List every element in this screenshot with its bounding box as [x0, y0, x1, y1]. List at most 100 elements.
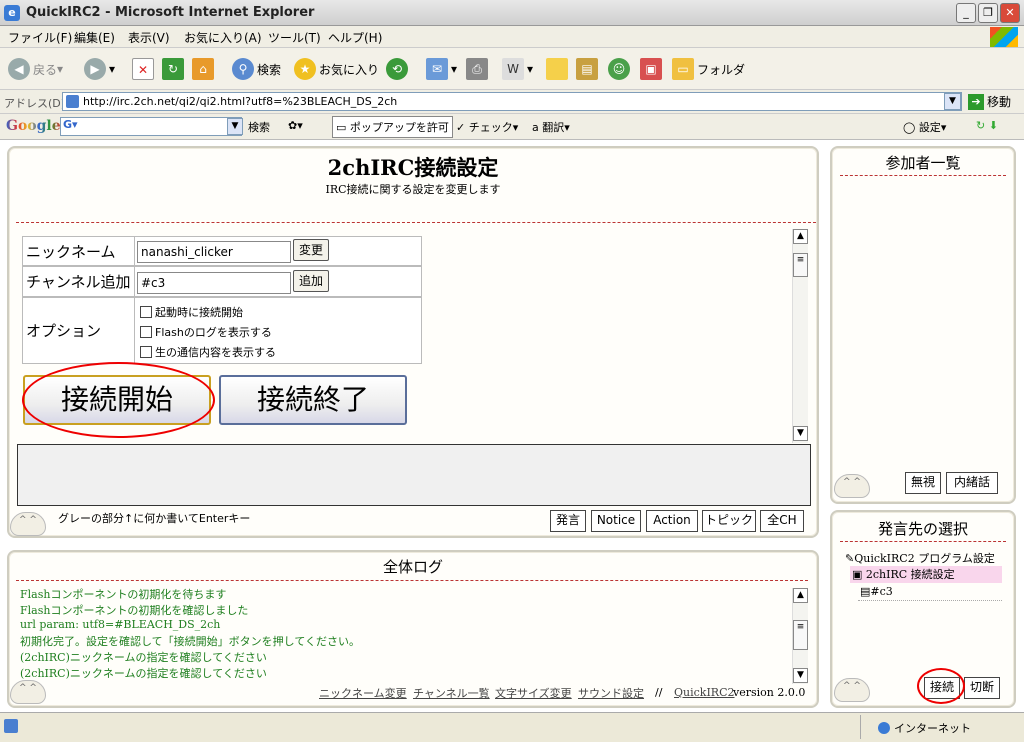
stop-button[interactable]: ✕ — [132, 57, 157, 81]
option-autoconnect[interactable]: 起動時に接続開始 — [140, 304, 243, 320]
target-item-connection-settings[interactable]: ▣ 2chIRC 接続設定 — [850, 566, 1002, 583]
translate-icon: a — [532, 121, 543, 134]
mail-button[interactable]: ✉ ▾ — [426, 57, 457, 81]
channel-row: チャンネル追加 #c3 追加 — [22, 266, 422, 297]
toolbar: ◀ 戻る ▾ ▶ ▾ ✕ ↻ ⌂ ⚲ 検索 ★ お気に入り ⟲ ✉ ▾ ⎙ W ▾ ▤ ☺ ▣… — [0, 48, 1024, 90]
menu-file[interactable]: ファイル(F) — [8, 29, 72, 46]
google-g-icon: G▾ — [63, 118, 78, 131]
input-hint: グレーの部分↑に何か書いてEnterキー — [58, 512, 251, 525]
discuss-button[interactable] — [546, 57, 571, 81]
back-button[interactable]: ◀ 戻る ▾ — [8, 57, 63, 81]
mail-icon: ✉ — [426, 58, 448, 80]
title-bar: e QuickIRC2 - Microsoft Internet Explore… — [0, 0, 1024, 26]
link-separator: // — [655, 686, 663, 699]
close-button[interactable]: ✕ — [1000, 3, 1020, 23]
google-extension-icon[interactable]: ✿▾ — [288, 119, 303, 132]
favorites-button[interactable]: ★ お気に入り — [294, 57, 379, 81]
notice-button[interactable]: Notice — [591, 510, 641, 532]
nickname-change-button[interactable]: 変更 — [293, 239, 329, 261]
target-item-channel[interactable]: ▤#c3 — [860, 585, 893, 598]
font-size-link[interactable]: 文字サイズ変更 — [495, 685, 572, 701]
raw-traffic-checkbox[interactable] — [140, 346, 152, 358]
log-title: 全体ログ — [382, 558, 443, 576]
forward-button[interactable]: ▶ ▾ — [84, 57, 115, 81]
history-button[interactable]: ⟲ — [386, 57, 411, 81]
scroll-thumb[interactable]: ≡ — [793, 253, 808, 277]
channel-add-button[interactable]: 追加 — [293, 270, 329, 292]
home-button[interactable]: ⌂ — [192, 57, 217, 81]
mascot-icon: ^ ^ — [834, 678, 870, 702]
page-icon — [66, 95, 79, 108]
participants-panel — [830, 146, 1016, 504]
connect-end-button[interactable]: 接続終了 — [219, 375, 407, 425]
menu-tools[interactable]: ツール(T) — [268, 29, 321, 46]
research-button[interactable]: ▤ — [576, 57, 601, 81]
home-icon: ⌂ — [192, 58, 214, 80]
disconnect-button[interactable]: 切断 — [964, 677, 1000, 699]
target-item-program-settings[interactable]: ✎QuickIRC2 プログラム設定 — [845, 550, 995, 566]
folder-button[interactable]: ▭ フォルダ — [672, 57, 745, 81]
settings-scrollbar[interactable]: ▲ ≡ ▼ — [792, 229, 808, 443]
scroll-down-icon[interactable]: ▼ — [793, 426, 808, 441]
ignore-button[interactable]: 無視 — [905, 472, 941, 494]
target-item-divider — [858, 600, 1002, 601]
address-input[interactable]: http://irc.2ch.net/qi2/qi2.html?utf8=%23… — [62, 92, 962, 111]
say-button[interactable]: 発言 — [550, 510, 586, 532]
nickname-row: ニックネーム nanashi_clicker 変更 — [22, 236, 422, 266]
scroll-up-icon[interactable]: ▲ — [793, 229, 808, 244]
log-line: Flashコンポーネントの初期化を待ちます — [20, 588, 227, 601]
nickname-input[interactable]: nanashi_clicker — [137, 241, 291, 263]
nickname-change-link[interactable]: ニックネーム変更 — [319, 685, 407, 701]
menu-help[interactable]: ヘルプ(H) — [328, 29, 382, 46]
flash-log-checkbox[interactable] — [140, 326, 152, 338]
whisper-button[interactable]: 内緒話 — [946, 472, 998, 494]
log-scrollbar[interactable]: ▲ ≡ ▼ — [792, 588, 808, 684]
google-search-input[interactable]: G▾ — [60, 117, 242, 136]
all-channel-button[interactable]: 全CH — [760, 510, 804, 532]
print-button[interactable]: ⎙ — [466, 57, 491, 81]
note-icon — [546, 58, 568, 80]
google-logo[interactable]: Google — [6, 118, 61, 134]
stop-icon: ✕ — [132, 58, 154, 80]
spellcheck-button[interactable]: ✓ チェック▾ — [456, 119, 518, 135]
action-button[interactable]: Action — [646, 510, 698, 532]
google-search-button[interactable]: 検索 — [248, 119, 270, 135]
go-button[interactable]: ➔ 移動 — [968, 93, 1011, 110]
topic-button[interactable]: トピック — [702, 510, 756, 532]
search-button[interactable]: ⚲ 検索 — [232, 57, 281, 81]
edit-button[interactable]: W ▾ — [502, 57, 533, 81]
google-refresh-icon[interactable]: ↻ ⬇ — [976, 119, 998, 132]
log-scroll-down-icon[interactable]: ▼ — [793, 668, 808, 683]
log-scroll-up-icon[interactable]: ▲ — [793, 588, 808, 603]
channel-input[interactable]: #c3 — [137, 272, 291, 294]
sound-settings-link[interactable]: サウンド設定 — [578, 685, 644, 701]
google-settings-button[interactable]: ◯ 設定▾ — [903, 119, 946, 135]
option-flash-log[interactable]: Flashのログを表示する — [140, 324, 272, 340]
translate-button[interactable]: a 翻訳▾ — [532, 119, 570, 135]
window-title: QuickIRC2 - Microsoft Internet Explorer — [26, 5, 315, 20]
quickirc2-link[interactable]: QuickIRC2 — [674, 686, 735, 699]
messenger-icon: ☺ — [608, 58, 630, 80]
option-raw-traffic[interactable]: 生の通信内容を表示する — [140, 344, 276, 360]
address-dropdown[interactable]: ▼ — [944, 93, 961, 110]
maximize-button[interactable]: ❐ — [978, 3, 998, 23]
settings-subtitle: IRC接続に関する設定を変更します — [325, 183, 501, 196]
google-toolbar: Google G▾ ▼ 検索 ✿▾ ▭ ポップアップを許可 ✓ チェック▾ a … — [0, 114, 1024, 140]
menu-edit[interactable]: 編集(E) — [74, 29, 115, 46]
google-search-dropdown[interactable]: ▼ — [227, 118, 243, 135]
log-scroll-thumb[interactable]: ≡ — [793, 620, 808, 650]
menu-favorites[interactable]: お気に入り(A) — [184, 29, 262, 46]
messenger-button[interactable]: ☺ — [608, 57, 633, 81]
log-divider — [16, 580, 808, 581]
channel-list-link[interactable]: チャンネル一覧 — [413, 685, 490, 701]
windows-logo-icon — [990, 27, 1018, 47]
extra-button[interactable]: ▣ — [640, 57, 665, 81]
address-label: アドレス(D) — [4, 97, 66, 110]
autoconnect-checkbox[interactable] — [140, 306, 152, 318]
message-input[interactable] — [17, 444, 811, 506]
minimize-button[interactable]: _ — [956, 3, 976, 23]
refresh-button[interactable]: ↻ — [162, 57, 187, 81]
log-line: 初期化完了。設定を確認して「接続開始」ボタンを押してください。 — [20, 635, 361, 648]
popup-allow-button[interactable]: ▭ ポップアップを許可 — [332, 116, 453, 138]
menu-view[interactable]: 表示(V) — [128, 29, 170, 46]
